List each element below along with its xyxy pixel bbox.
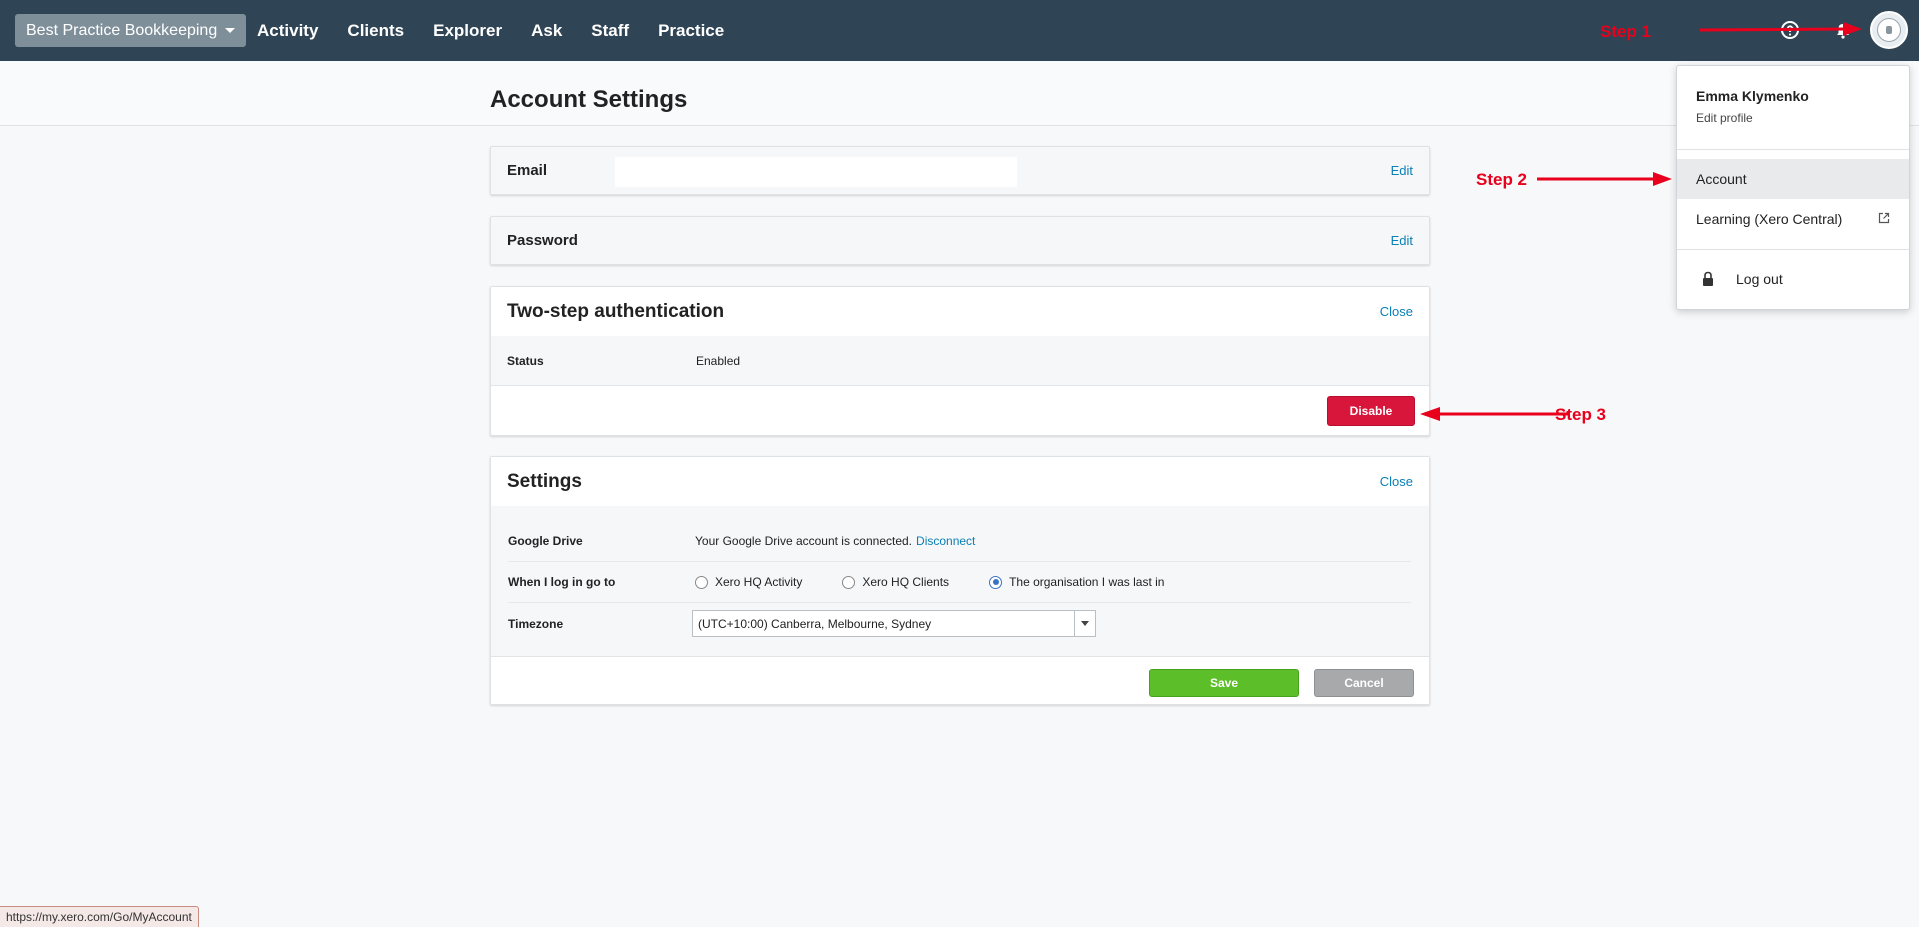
step3-arrow	[1420, 407, 1568, 421]
email-card: Email Edit	[490, 146, 1430, 195]
email-label: Email	[507, 162, 548, 179]
disable-button[interactable]: Disable	[1327, 396, 1415, 426]
menu-item-account[interactable]: Account	[1677, 159, 1909, 199]
step1-annotation: Step 1	[1600, 22, 1652, 41]
two-step-card: Two-step authentication Close Status Ena…	[490, 286, 1430, 436]
step3-annotation: Step 3	[1555, 405, 1607, 424]
radio-label: The organisation I was last in	[1009, 575, 1165, 589]
organisation-name: Best Practice Bookkeeping	[26, 21, 218, 39]
caret-down-icon	[225, 28, 236, 33]
two-step-actions: Disable	[491, 386, 1429, 435]
two-step-close-link[interactable]: Close	[1380, 304, 1413, 319]
email-value	[615, 157, 1017, 187]
page-title: Account Settings	[490, 86, 688, 113]
user-avatar[interactable]	[1870, 11, 1908, 49]
email-edit-link[interactable]: Edit	[1391, 163, 1413, 178]
radio-label: Xero HQ Activity	[715, 575, 803, 589]
radio-xero-hq-clients[interactable]: Xero HQ Clients	[842, 575, 949, 589]
nav-activity[interactable]: Activity	[257, 21, 318, 41]
save-button[interactable]: Save	[1149, 669, 1299, 697]
password-card: Password Edit	[490, 216, 1430, 265]
radio-unselected-icon	[695, 575, 708, 589]
user-name: Emma Klymenko	[1696, 88, 1809, 104]
status-bar-url: https://my.xero.com/Go/MyAccount	[0, 906, 199, 927]
step2-arrow	[1537, 172, 1672, 186]
nav-explorer[interactable]: Explorer	[433, 21, 502, 41]
google-drive-label: Google Drive	[508, 534, 583, 548]
cancel-button[interactable]: Cancel	[1314, 669, 1414, 697]
login-destination-label: When I log in go to	[508, 575, 616, 589]
timezone-row: Timezone (UTC+10:00) Canberra, Melbourne…	[508, 603, 1411, 644]
menu-item-label: Learning (Xero Central)	[1696, 211, 1843, 227]
menu-item-logout[interactable]: Log out	[1677, 259, 1909, 299]
radio-selected-icon	[989, 575, 1003, 589]
timezone-label: Timezone	[508, 616, 564, 631]
step2-annotation: Step 2	[1476, 170, 1528, 189]
edit-profile-link[interactable]: Edit profile	[1696, 111, 1753, 125]
radio-xero-hq-activity[interactable]: Xero HQ Activity	[695, 575, 802, 589]
menu-item-learning[interactable]: Learning (Xero Central)	[1677, 199, 1909, 239]
external-link-icon	[1878, 212, 1890, 224]
menu-item-label: Account	[1696, 171, 1747, 187]
disconnect-link[interactable]: Disconnect	[916, 534, 975, 548]
radio-label: Xero HQ Clients	[862, 575, 950, 589]
two-step-heading: Two-step authentication	[507, 300, 725, 322]
status-label: Status	[507, 353, 544, 368]
main-nav: Activity Clients Explorer Ask Staff Prac…	[257, 0, 753, 61]
notifications-icon[interactable]	[1832, 19, 1854, 41]
google-drive-row: Google Drive Your Google Drive account i…	[508, 521, 1411, 562]
user-menu: Emma Klymenko Edit profile Account Learn…	[1676, 65, 1910, 310]
organisation-switcher[interactable]: Best Practice Bookkeeping	[15, 14, 247, 47]
menu-divider	[1677, 149, 1909, 150]
nav-staff[interactable]: Staff	[591, 21, 629, 41]
radio-last-organisation[interactable]: The organisation I was last in	[989, 575, 1164, 589]
dropdown-arrow-icon	[1074, 611, 1095, 636]
login-destination-row: When I log in go to Xero HQ Activity Xer…	[508, 562, 1411, 603]
nav-clients[interactable]: Clients	[347, 21, 404, 41]
password-edit-link[interactable]: Edit	[1391, 233, 1413, 248]
status-value: Enabled	[696, 353, 741, 368]
page-header	[0, 61, 1919, 126]
nav-practice[interactable]: Practice	[658, 21, 724, 41]
settings-card: Settings Close Google Drive Your Google …	[490, 456, 1430, 705]
timezone-value: (UTC+10:00) Canberra, Melbourne, Sydney	[698, 616, 932, 631]
settings-close-link[interactable]: Close	[1380, 474, 1413, 489]
lock-icon	[1703, 271, 1713, 286]
timezone-select[interactable]: (UTC+10:00) Canberra, Melbourne, Sydney	[692, 610, 1096, 637]
help-icon[interactable]	[1779, 19, 1801, 41]
avatar-icon	[1877, 18, 1901, 42]
radio-unselected-icon	[842, 575, 856, 589]
status-row: Status Enabled	[491, 336, 1429, 386]
password-label: Password	[507, 232, 578, 249]
logout-label: Log out	[1736, 271, 1783, 287]
settings-heading: Settings	[507, 470, 582, 492]
nav-ask[interactable]: Ask	[531, 21, 562, 41]
google-drive-status: Your Google Drive account is connected.	[695, 534, 913, 548]
menu-divider	[1677, 249, 1909, 250]
